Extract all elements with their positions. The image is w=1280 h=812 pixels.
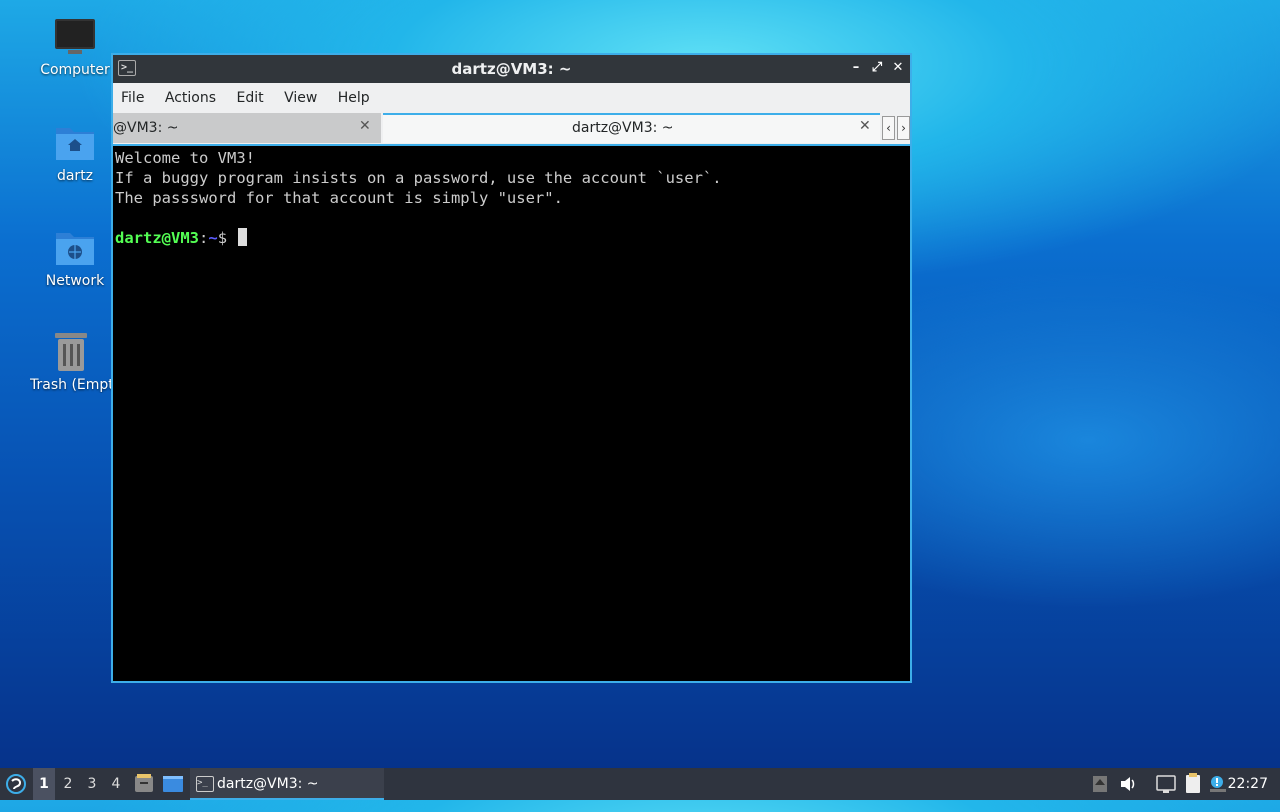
desktop-icon-label: dartz xyxy=(56,168,94,184)
network-folder-icon xyxy=(54,227,96,269)
prompt-path: ~ xyxy=(208,229,218,247)
network-icon[interactable] xyxy=(1155,768,1177,800)
prompt-symbol: $ xyxy=(217,229,237,247)
tab-label: dartz@VM3: ~ xyxy=(572,120,674,136)
tab-label: @VM3: ~ xyxy=(113,120,179,136)
file-manager-launcher-icon[interactable] xyxy=(134,768,154,800)
menu-bar: File Actions Edit View Help xyxy=(113,83,910,113)
desktop-icon-label: Trash (Empty) xyxy=(30,377,112,393)
taskbar: 1 2 3 4 >_ dartz@VM3: ~ 22:27 xyxy=(0,768,1280,800)
terminal-line: If a buggy program insists on a password… xyxy=(115,169,722,187)
start-menu-icon[interactable] xyxy=(4,768,28,800)
terminal-line: The passsword for that account is simply… xyxy=(115,189,563,207)
desktop-icon-label: Computer xyxy=(40,62,110,78)
workspace-4[interactable]: 4 xyxy=(105,768,127,800)
menu-file[interactable]: File xyxy=(113,83,152,106)
terminal-prompt: dartz@VM3:~$ xyxy=(115,228,910,248)
clipboard-icon[interactable] xyxy=(1183,768,1203,800)
tray-eject-icon[interactable] xyxy=(1090,768,1110,800)
desktop-icon-network[interactable]: Network xyxy=(30,227,120,289)
tab-2[interactable]: dartz@VM3: ~ ✕ xyxy=(383,113,880,143)
workspace-3[interactable]: 3 xyxy=(81,768,103,800)
close-button[interactable]: ✕ xyxy=(889,59,907,77)
home-folder-icon xyxy=(54,122,96,164)
window-titlebar[interactable]: >_ dartz@VM3: ~ – ⤢ ✕ xyxy=(113,55,910,83)
terminal-window[interactable]: >_ dartz@VM3: ~ – ⤢ ✕ File Actions Edit … xyxy=(111,53,912,683)
tab-1[interactable]: @VM3: ~ ✕ xyxy=(113,113,381,143)
menu-view[interactable]: View xyxy=(276,83,325,106)
tab-close-icon[interactable]: ✕ xyxy=(359,118,371,134)
terminal-output[interactable]: Welcome to VM3! If a buggy program insis… xyxy=(113,146,910,681)
maximize-button[interactable]: ⤢ xyxy=(868,59,886,77)
computer-icon xyxy=(54,16,96,58)
menu-actions[interactable]: Actions xyxy=(157,83,224,106)
desktop-icon-computer[interactable]: Computer xyxy=(30,16,120,78)
taskbar-task-terminal[interactable]: >_ dartz@VM3: ~ xyxy=(190,768,384,800)
update-notifier-icon[interactable] xyxy=(1208,768,1228,800)
menu-help[interactable]: Help xyxy=(330,83,378,106)
tab-bar: @VM3: ~ ✕ dartz@VM3: ~ ✕ ‹ › xyxy=(113,113,910,144)
volume-icon[interactable] xyxy=(1118,768,1138,800)
trash-icon xyxy=(50,331,92,373)
show-desktop-icon[interactable] xyxy=(162,768,184,800)
window-title: dartz@VM3: ~ xyxy=(451,60,572,78)
tab-scroll-left-button[interactable]: ‹ xyxy=(882,116,895,140)
menu-edit[interactable]: Edit xyxy=(228,83,271,106)
terminal-cursor xyxy=(238,228,248,246)
prompt-colon: : xyxy=(199,229,209,247)
desktop-icon-dartz[interactable]: dartz xyxy=(30,122,120,184)
terminal-task-icon: >_ xyxy=(196,776,214,792)
task-label: dartz@VM3: ~ xyxy=(217,776,319,792)
desktop-icon-label: Network xyxy=(45,273,105,289)
workspace-1[interactable]: 1 xyxy=(33,768,55,800)
tab-close-icon[interactable]: ✕ xyxy=(859,118,871,134)
terminal-line: Welcome to VM3! xyxy=(115,149,255,167)
prompt-user-host: dartz@VM3 xyxy=(115,229,199,247)
clock[interactable]: 22:27 xyxy=(1228,768,1268,800)
desktop-icon-trash[interactable]: Trash (Empty) xyxy=(30,331,112,393)
minimize-button[interactable]: – xyxy=(847,59,865,77)
workspace-2[interactable]: 2 xyxy=(57,768,79,800)
tab-scroll-right-button[interactable]: › xyxy=(897,116,910,140)
